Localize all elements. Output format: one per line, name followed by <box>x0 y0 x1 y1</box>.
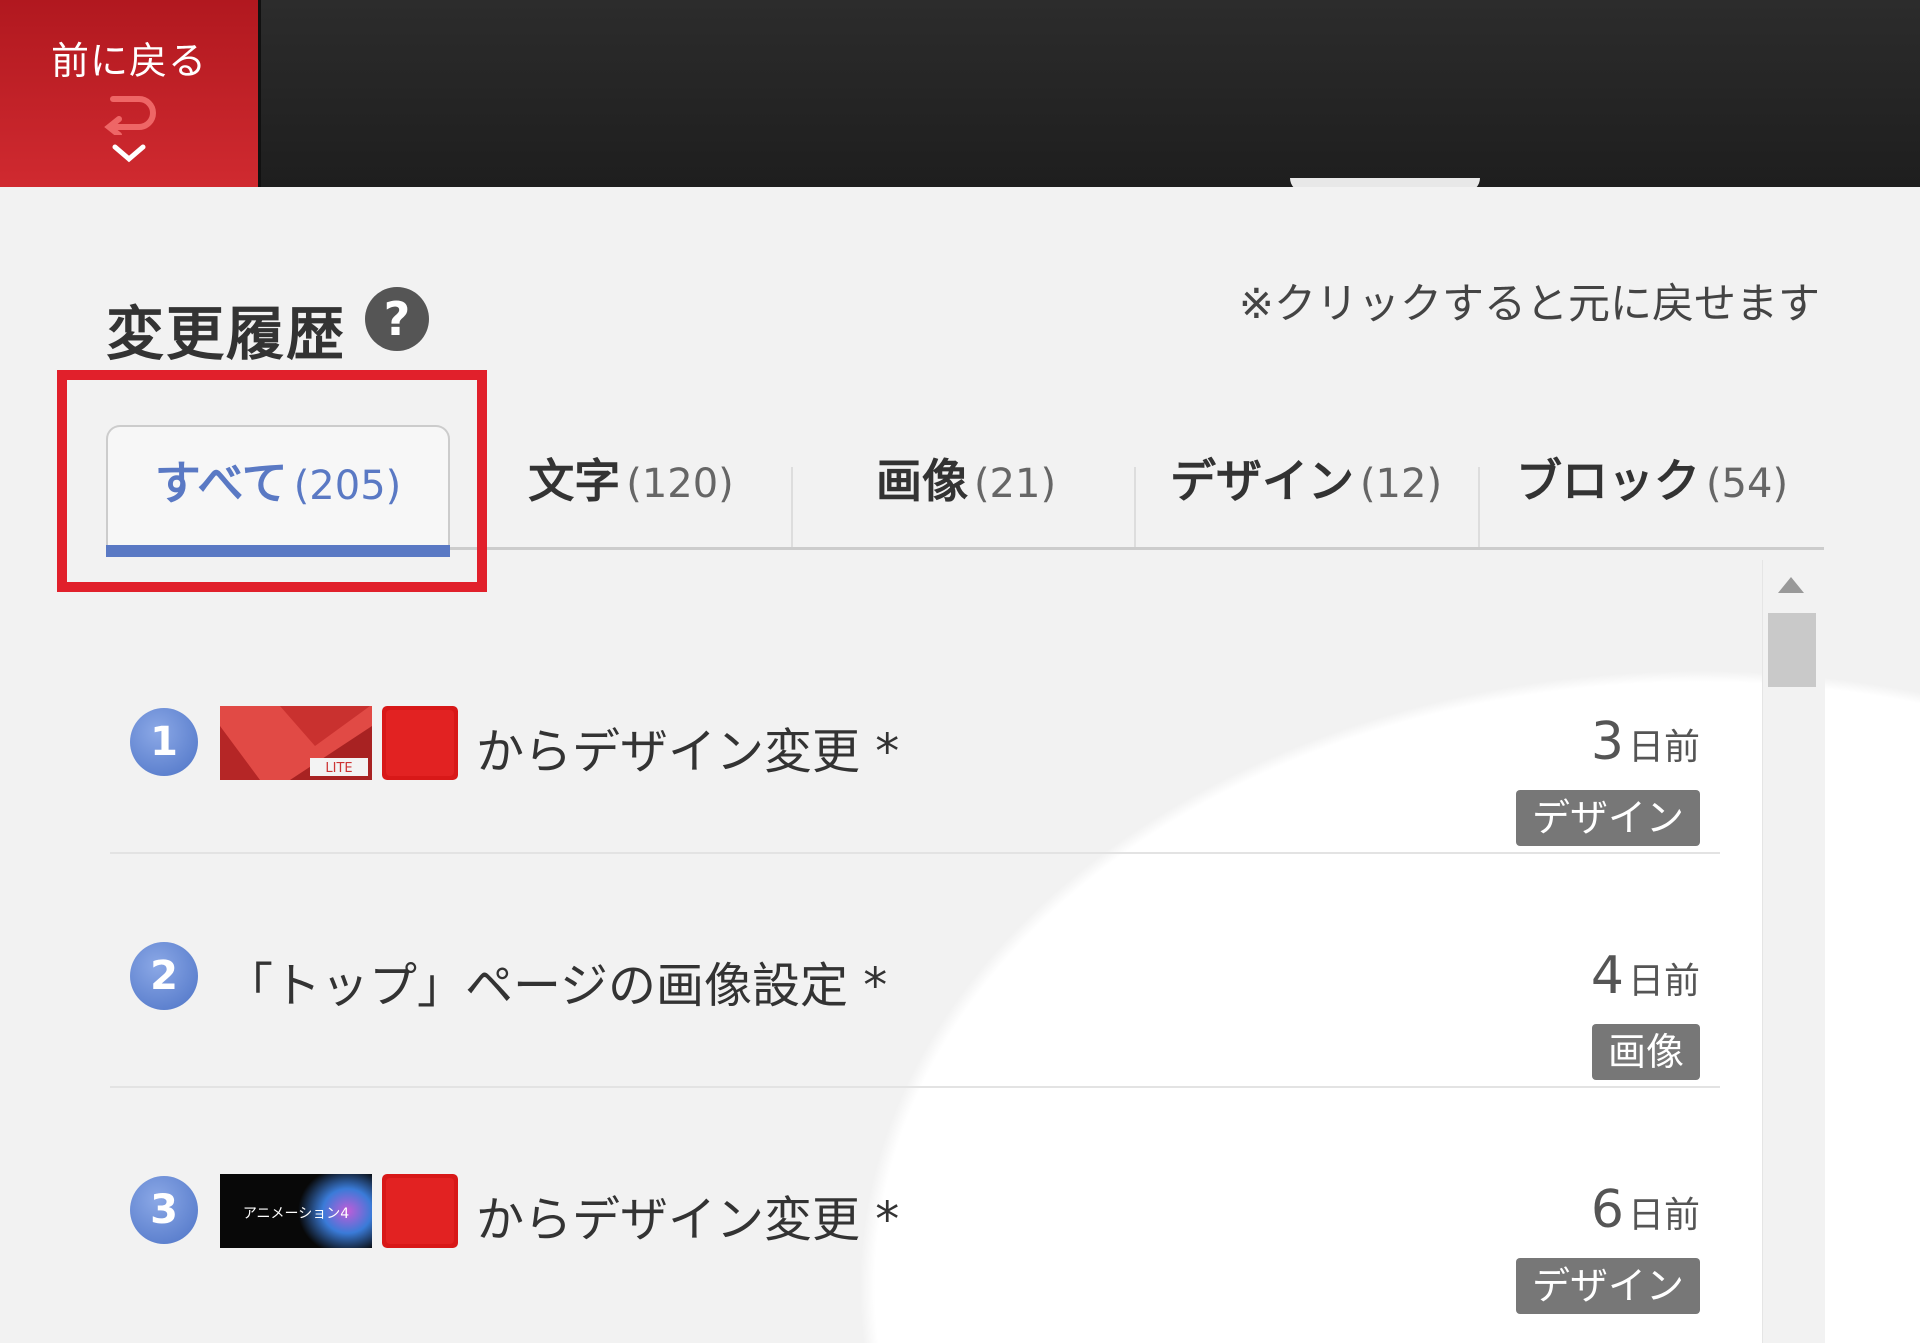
tab-design[interactable]: デザイン (12) <box>1136 425 1476 547</box>
tab-count: (54) <box>1705 461 1789 507</box>
thumbnail-caption: LITE <box>325 761 352 776</box>
time-ago: 4 日前 <box>1591 946 1700 1006</box>
page-title: 変更履歴 <box>106 300 347 368</box>
undo-arrow-icon <box>104 96 156 135</box>
annotation-highlight-box <box>57 370 487 592</box>
tab-count: (120) <box>626 461 734 507</box>
item-number-badge: 2 <box>130 942 198 1010</box>
tab-divider <box>791 467 793 547</box>
tab-image[interactable]: 画像 (21) <box>796 425 1136 547</box>
time-ago: 3 日前 <box>1591 712 1700 772</box>
history-item[interactable]: 1 LITE からデザイン変更 * 3 日前 デザイン <box>110 620 1720 854</box>
red-swatch-thumbnail <box>382 1174 458 1248</box>
tab-label: ブロック <box>1515 454 1700 508</box>
back-button[interactable]: 前に戻る <box>0 0 261 187</box>
red-swatch-thumbnail <box>382 706 458 780</box>
help-icon[interactable]: ? <box>365 287 429 351</box>
back-button-label: 前に戻る <box>50 39 207 83</box>
time-ago: 6 日前 <box>1591 1180 1700 1240</box>
history-item[interactable]: 2 「トップ」ページの画像設定 * 4 日前 画像 <box>110 854 1720 1088</box>
thumbnail-caption: アニメーション4 <box>243 1206 349 1222</box>
top-toolbar: 前に戻る <box>0 0 1920 187</box>
time-ago-value: 4 <box>1590 946 1624 1006</box>
scrollbar-thumb[interactable] <box>1768 613 1816 687</box>
design-thumbnail-lite: LITE <box>220 706 372 780</box>
category-badge: 画像 <box>1591 1024 1700 1080</box>
tab-count: (21) <box>973 461 1057 507</box>
design-thumbnail-animation: アニメーション4 <box>220 1174 372 1248</box>
chevron-down-icon <box>112 144 146 163</box>
tab-label: 画像 <box>875 454 968 508</box>
item-number-badge: 3 <box>130 1176 198 1244</box>
time-ago-value: 6 <box>1590 1180 1624 1240</box>
history-list: 1 LITE からデザイン変更 * 3 日前 デザイン 2 「トップ」ページの画像… <box>110 620 1720 1320</box>
scroll-up-arrow-icon[interactable] <box>1776 575 1806 595</box>
undo-hint-text: ※クリックすると元に戻せます <box>1238 279 1820 328</box>
history-item[interactable]: 3 アニメーション4 からデザイン変更 * 6 日前 デザイン <box>110 1088 1720 1320</box>
time-ago-unit: 日前 <box>1627 961 1700 1002</box>
tab-block[interactable]: ブロック (54) <box>1480 425 1824 547</box>
history-item-text: からデザイン変更 * <box>476 724 900 780</box>
tab-label: デザイン <box>1169 454 1354 508</box>
category-badge: デザイン <box>1515 1258 1700 1314</box>
item-number-badge: 1 <box>130 708 198 776</box>
time-ago-value: 3 <box>1590 712 1624 772</box>
tab-label: 文字 <box>528 454 621 508</box>
time-ago-unit: 日前 <box>1627 727 1700 768</box>
time-ago-unit: 日前 <box>1627 1195 1700 1236</box>
category-badge: デザイン <box>1515 790 1700 846</box>
history-item-text: からデザイン変更 * <box>476 1192 900 1248</box>
tab-text[interactable]: 文字 (120) <box>466 425 796 547</box>
history-item-text: 「トップ」ページの画像設定 * <box>225 958 888 1014</box>
tab-count: (12) <box>1359 461 1443 507</box>
